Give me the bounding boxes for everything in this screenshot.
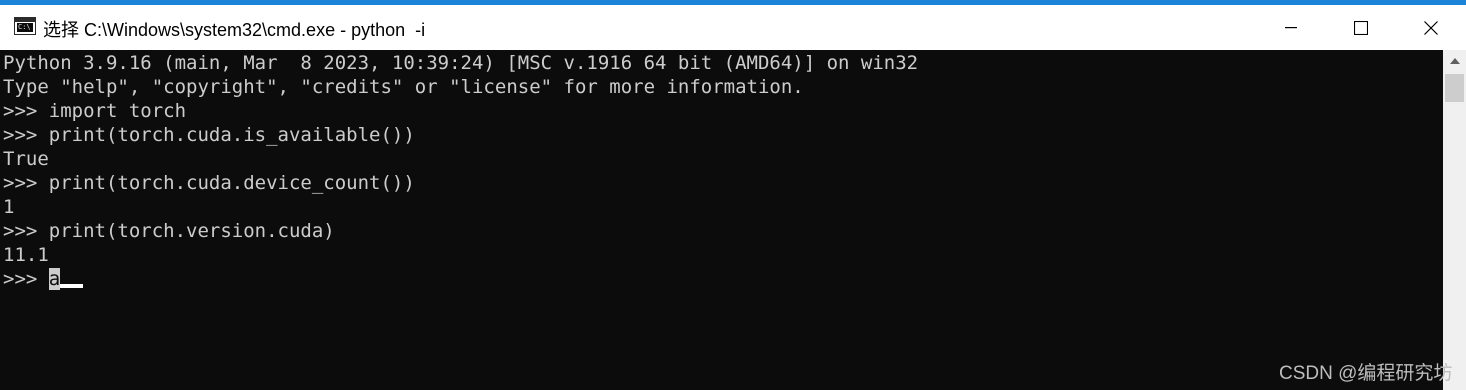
minimize-button[interactable] bbox=[1256, 5, 1326, 50]
maximize-icon bbox=[1354, 20, 1368, 35]
console-output[interactable]: Python 3.9.16 (main, Mar 8 2023, 10:39:2… bbox=[0, 50, 1443, 390]
close-button[interactable] bbox=[1396, 5, 1466, 50]
cmd-app-icon: C:\ bbox=[14, 17, 36, 35]
scrollbar-thumb[interactable] bbox=[1445, 74, 1464, 102]
console-line: >>> print(torch.version.cuda) bbox=[3, 220, 335, 242]
selected-input-text[interactable]: a bbox=[48, 268, 61, 290]
vertical-scrollbar[interactable] bbox=[1443, 50, 1466, 390]
maximize-button[interactable] bbox=[1326, 5, 1396, 50]
csdn-watermark: CSDN @编程研究坊 bbox=[1279, 363, 1453, 384]
console-line: Type "help", "copyright", "credits" or "… bbox=[3, 76, 804, 98]
console-line: >>> print(torch.cuda.device_count()) bbox=[3, 172, 415, 194]
scroll-up-button[interactable] bbox=[1443, 50, 1466, 72]
window-title: 选择 C:\Windows\system32\cmd.exe - python … bbox=[43, 20, 426, 40]
minimize-icon bbox=[1285, 26, 1297, 28]
cmd-window: C:\ 选择 C:\Windows\system32\cmd.exe - pyt… bbox=[0, 0, 1466, 390]
console-line: 11.1 bbox=[3, 244, 49, 266]
console-line: Python 3.9.16 (main, Mar 8 2023, 10:39:2… bbox=[3, 52, 919, 74]
console-line: 1 bbox=[3, 196, 15, 218]
console-line: >>> import torch bbox=[3, 100, 187, 122]
console-input-line[interactable]: >>> a bbox=[3, 267, 84, 291]
console-line: >>> print(torch.cuda.is_available()) bbox=[3, 124, 415, 146]
text-cursor bbox=[60, 284, 84, 288]
console-line: True bbox=[3, 148, 49, 170]
arrow-up-icon bbox=[1449, 58, 1460, 64]
console-prompt: >>> bbox=[3, 268, 49, 290]
close-icon bbox=[1424, 20, 1438, 35]
title-bar[interactable]: C:\ 选择 C:\Windows\system32\cmd.exe - pyt… bbox=[0, 5, 1466, 50]
